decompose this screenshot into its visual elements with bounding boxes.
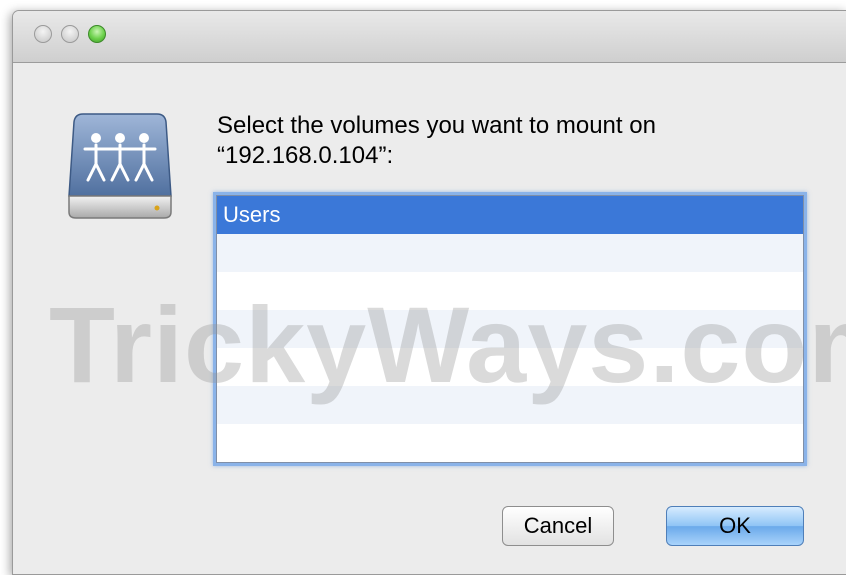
screen: Select the volumes you want to mount on … <box>0 0 846 575</box>
minimize-window-button[interactable] <box>61 25 79 43</box>
ok-button[interactable]: OK <box>666 506 804 546</box>
title-bar[interactable] <box>13 11 846 63</box>
volume-list-item[interactable]: Users <box>217 196 803 234</box>
shared-volume-icon <box>68 113 172 219</box>
volume-list-empty-row <box>217 310 803 348</box>
cancel-button[interactable]: Cancel <box>502 506 614 546</box>
volume-list-empty-row <box>217 386 803 424</box>
volume-list-empty-row <box>217 424 803 462</box>
zoom-window-button[interactable] <box>88 25 106 43</box>
volume-list-empty-row <box>217 348 803 386</box>
close-window-button[interactable] <box>34 25 52 43</box>
volume-list-empty-row <box>217 272 803 310</box>
mount-volumes-dialog: Select the volumes you want to mount on … <box>12 10 846 575</box>
volume-list-empty-row <box>217 234 803 272</box>
dialog-content: Select the volumes you want to mount on … <box>13 63 846 574</box>
prompt-line-2: “192.168.0.104”: <box>217 142 394 169</box>
volume-list[interactable]: Users <box>216 195 804 463</box>
prompt-line-1: Select the volumes you want to mount on <box>217 112 656 139</box>
mount-prompt: Select the volumes you want to mount on … <box>217 111 777 171</box>
